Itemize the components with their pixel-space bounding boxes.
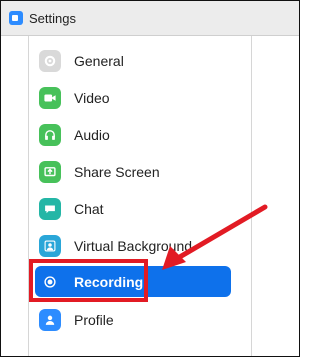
video-camera-icon bbox=[39, 87, 61, 109]
person-frame-icon bbox=[39, 235, 61, 257]
sidebar-item-label: Audio bbox=[74, 127, 110, 143]
sidebar-item-label: Share Screen bbox=[74, 164, 160, 180]
sidebar-item-label: Virtual Background bbox=[74, 238, 193, 254]
settings-window: Settings General Video Audio Share Scree… bbox=[0, 0, 300, 357]
annotation-highlight-box bbox=[29, 259, 148, 302]
profile-icon bbox=[39, 309, 61, 331]
sidebar-item-profile[interactable]: Profile bbox=[39, 305, 249, 335]
sidebar-item-audio[interactable]: Audio bbox=[39, 120, 249, 150]
sidebar-item-label: General bbox=[74, 53, 124, 69]
zoom-logo-icon bbox=[9, 11, 23, 25]
sidebar-item-video[interactable]: Video bbox=[39, 83, 249, 113]
sidebar-item-virtual-background[interactable]: Virtual Background bbox=[39, 231, 249, 261]
window-title: Settings bbox=[29, 10, 76, 26]
sidebar-item-chat[interactable]: Chat bbox=[39, 194, 249, 224]
sidebar-item-label: Profile bbox=[74, 312, 114, 328]
share-screen-icon bbox=[39, 161, 61, 183]
title-bar: Settings bbox=[1, 1, 299, 36]
sidebar-item-label: Video bbox=[74, 90, 110, 106]
gear-icon bbox=[39, 50, 61, 72]
chat-bubble-icon bbox=[39, 198, 61, 220]
sidebar-item-share-screen[interactable]: Share Screen bbox=[39, 157, 249, 187]
sidebar-item-general[interactable]: General bbox=[39, 46, 249, 76]
headphones-icon bbox=[39, 124, 61, 146]
sidebar-item-label: Chat bbox=[74, 201, 104, 217]
settings-sidebar: General Video Audio Share Screen Chat Vi… bbox=[28, 36, 252, 356]
